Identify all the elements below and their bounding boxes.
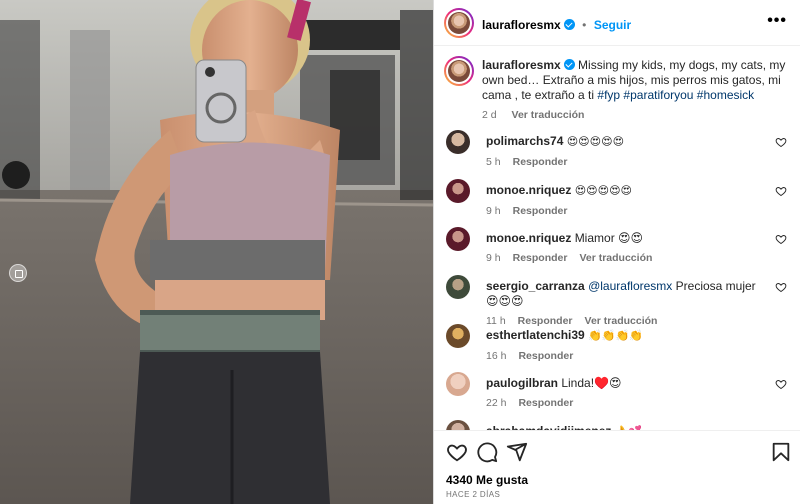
caption-username[interactable]: laurafloresmx: [482, 58, 561, 72]
likes-count[interactable]: 4340 Me gusta: [446, 473, 528, 487]
caption-avatar[interactable]: [444, 56, 474, 86]
comment-row: monoe.nriquez Miamor 😍😍 9 h Responder Ver …: [446, 227, 791, 271]
follow-button[interactable]: Seguir: [594, 18, 631, 32]
comment-username[interactable]: monoe.nriquez: [486, 183, 571, 197]
reply-button[interactable]: Responder: [513, 252, 568, 264]
comment-username[interactable]: monoe.nriquez: [486, 231, 571, 245]
post-image[interactable]: [0, 0, 433, 504]
commenter-avatar[interactable]: [446, 372, 470, 396]
commenter-avatar[interactable]: [446, 324, 470, 348]
reply-button[interactable]: Responder: [513, 205, 568, 217]
translate-link[interactable]: Ver traducción: [579, 252, 652, 264]
heart-icon[interactable]: [775, 136, 787, 148]
heart-icon[interactable]: [446, 441, 468, 463]
comments-list[interactable]: laurafloresmx Missing my kids, my dogs, …: [434, 46, 800, 430]
caption-block: laurafloresmx Missing my kids, my dogs, …: [482, 58, 790, 121]
author-username[interactable]: laurafloresmx: [482, 18, 561, 32]
commenter-avatar[interactable]: [446, 179, 470, 203]
heart-icon[interactable]: [775, 233, 787, 245]
comment-text: 👏👏👏👏: [588, 330, 643, 342]
heart-icon[interactable]: [775, 378, 787, 390]
comment-age: 16 h: [486, 350, 507, 362]
comment-row: esthertlatenchi39 👏👏👏👏 16 h Responder: [446, 324, 791, 368]
commenter-avatar[interactable]: [446, 420, 470, 430]
caption-translate-link[interactable]: Ver traducción: [512, 109, 585, 121]
verified-badge-icon: [563, 19, 575, 30]
gym-selfie-illustration: [0, 0, 433, 504]
comment-text: Miamor 😍😍: [574, 231, 644, 245]
comment-row: seergio_carranza @laurafloresmx Preciosa…: [446, 275, 791, 327]
comment-mention[interactable]: @laurafloresmx: [588, 279, 672, 293]
carousel-indicator-icon[interactable]: [9, 264, 27, 282]
author-line: laurafloresmx • Seguir: [482, 16, 631, 34]
comment-username[interactable]: paulogilbran: [486, 376, 558, 390]
reply-button[interactable]: Responder: [513, 156, 568, 168]
comment-username[interactable]: esthertlatenchi39: [486, 328, 585, 342]
more-icon[interactable]: •••: [767, 13, 787, 29]
comment-icon[interactable]: [476, 441, 498, 463]
comment-row: abrahamdavidjimenez 👌💕: [446, 420, 791, 430]
bookmark-icon[interactable]: [770, 441, 792, 463]
comment-username[interactable]: seergio_carranza: [486, 279, 585, 293]
comment-text: 😍😍😍😍😍: [566, 136, 625, 148]
post-date: HACE 2 DÍAS: [446, 490, 501, 499]
commenter-avatar[interactable]: [446, 227, 470, 251]
comment-row: polimarchs74 😍😍😍😍😍 5 h Responder: [446, 130, 791, 174]
post-side-panel: laurafloresmx • Seguir ••• laurafloresmx…: [433, 0, 800, 504]
comment-age: 9 h: [486, 252, 501, 264]
comment-username[interactable]: polimarchs74: [486, 134, 563, 148]
caption-meta: 2 d Ver traducción: [482, 109, 790, 121]
share-icon[interactable]: [506, 441, 528, 463]
author-avatar[interactable]: [444, 8, 474, 38]
verified-badge-icon: [563, 59, 575, 70]
reply-button[interactable]: Responder: [518, 350, 573, 362]
commenter-avatar[interactable]: [446, 275, 470, 299]
comment-text: Linda!♥️😍: [561, 376, 622, 390]
caption-age: 2 d: [482, 109, 497, 121]
comment-age: 9 h: [486, 205, 501, 217]
heart-icon[interactable]: [775, 185, 787, 197]
caption-text-line: laurafloresmx Missing my kids, my dogs, …: [482, 58, 790, 103]
comment-age: 22 h: [486, 397, 507, 409]
comment-row: monoe.nriquez 😍😍😍😍😍 9 h Responder: [446, 179, 791, 223]
comment-row: paulogilbran Linda!♥️😍 22 h Responder: [446, 372, 791, 416]
commenter-avatar[interactable]: [446, 130, 470, 154]
caption-hashtags[interactable]: #fyp #paratiforyou #homesick: [597, 88, 754, 102]
comment-age: 5 h: [486, 156, 501, 168]
reply-button[interactable]: Responder: [518, 397, 573, 409]
heart-icon[interactable]: [775, 281, 787, 293]
post-header: laurafloresmx • Seguir •••: [434, 0, 800, 46]
action-bar: 4340 Me gusta HACE 2 DÍAS: [434, 430, 800, 504]
separator-dot: •: [582, 18, 587, 32]
comment-text: 😍😍😍😍😍: [574, 185, 633, 197]
